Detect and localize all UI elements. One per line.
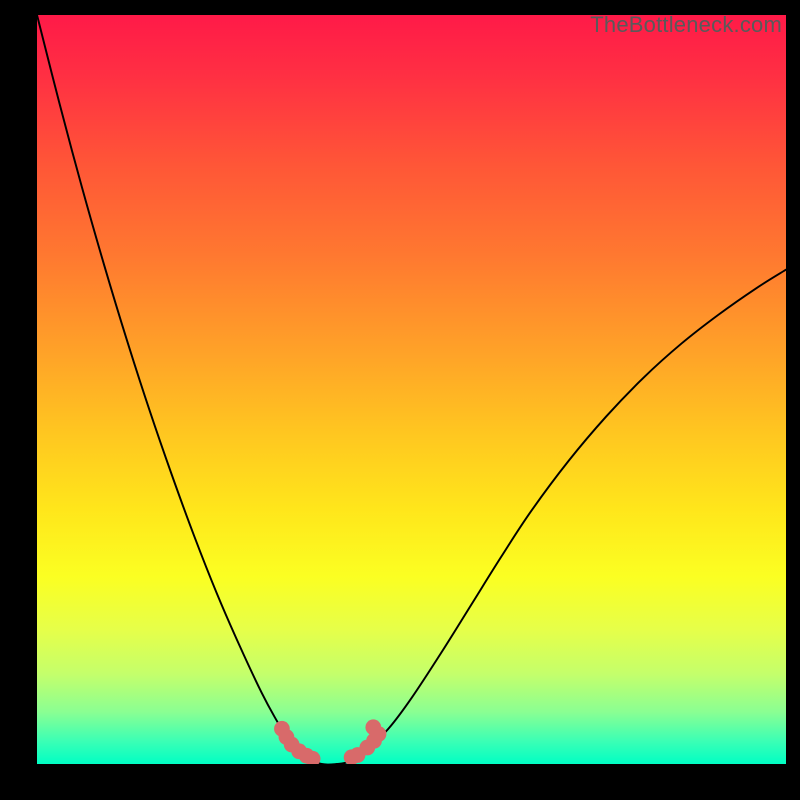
bottleneck-curve [37, 15, 786, 764]
chart-frame: TheBottleneck.com [0, 0, 800, 800]
curve-layer [37, 15, 786, 764]
plot-area [37, 15, 786, 764]
threshold-markers [274, 719, 386, 764]
threshold-dot [365, 719, 381, 735]
